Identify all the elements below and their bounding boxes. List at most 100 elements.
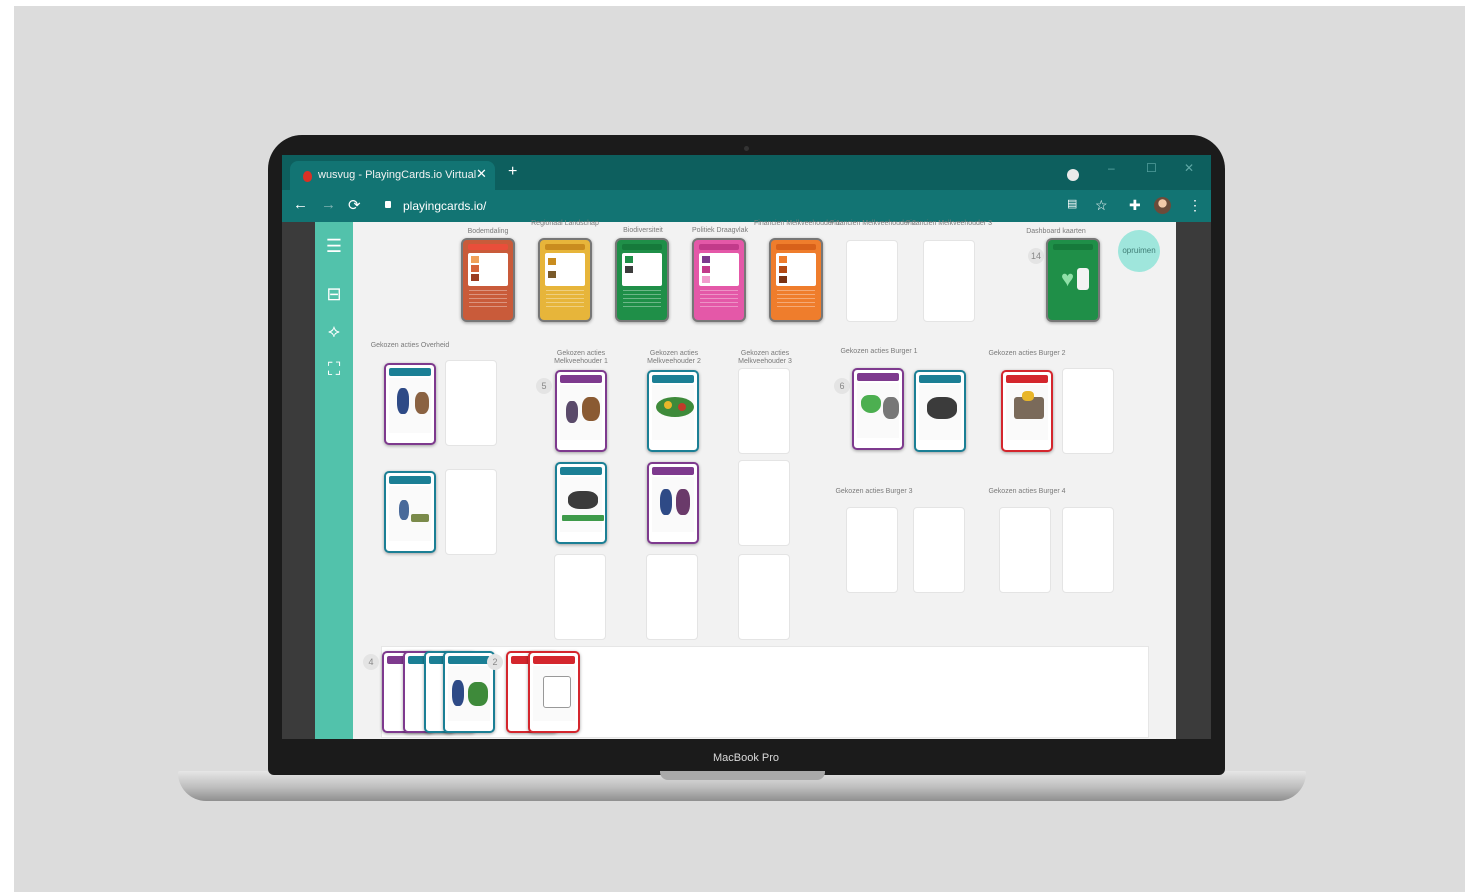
card-text bbox=[700, 290, 738, 310]
card-text bbox=[623, 290, 661, 310]
action-card-mvh1-2[interactable] bbox=[555, 462, 607, 544]
dashboard-deck[interactable]: ♥ bbox=[1046, 238, 1100, 322]
slot-burger2-2[interactable] bbox=[1062, 368, 1114, 454]
deck-politiek-draagvlak[interactable] bbox=[692, 238, 746, 322]
laptop-notch bbox=[660, 771, 825, 780]
deck-regionaal-landschap[interactable] bbox=[538, 238, 592, 322]
address-bar[interactable]: playingcards.io/ bbox=[403, 199, 486, 213]
card-header bbox=[448, 656, 490, 664]
screen: wusvug - PlayingCards.io Virtual ✕ + – ☐… bbox=[282, 155, 1211, 739]
dashboard-label: Dashboard kaarten bbox=[1026, 228, 1086, 235]
slot-overheid-2[interactable] bbox=[445, 469, 497, 555]
heart-icon: ♥ bbox=[1061, 266, 1075, 291]
card-header bbox=[389, 476, 431, 484]
label-burger1: Gekozen acties Burger 1 bbox=[840, 348, 918, 355]
favicon-icon bbox=[303, 171, 312, 182]
window-close-icon[interactable]: ✕ bbox=[1184, 161, 1194, 175]
card-header bbox=[389, 368, 431, 376]
deck-label-bodemdaling: Bodemdaling bbox=[467, 228, 509, 235]
label-overheid: Gekozen acties Overheid bbox=[370, 342, 450, 349]
opruimen-button[interactable]: opruimen bbox=[1118, 230, 1160, 272]
slot-burger3-2[interactable] bbox=[913, 507, 965, 593]
deck-biodiversiteit[interactable] bbox=[615, 238, 669, 322]
card-text bbox=[546, 290, 584, 310]
action-card-burger1-1[interactable] bbox=[852, 368, 904, 450]
card-panel bbox=[699, 253, 739, 286]
sidebar: ☰ ⊟ ⟡ ⛶ bbox=[315, 222, 353, 739]
card-illustration bbox=[919, 385, 961, 440]
menu-icon[interactable]: ☰ bbox=[323, 236, 345, 256]
slot-mvh3-1[interactable] bbox=[738, 368, 790, 454]
card-panel bbox=[545, 253, 585, 286]
card-panel bbox=[622, 253, 662, 286]
page-gutter-left bbox=[282, 222, 315, 739]
action-card-burger2-1[interactable] bbox=[1001, 370, 1053, 452]
action-card-burger1-2[interactable] bbox=[914, 370, 966, 452]
game-table: Bodemdaling Regionaal Landschap Biodiver… bbox=[353, 220, 1176, 739]
card-text bbox=[469, 290, 507, 310]
dashboard-count: 14 bbox=[1028, 248, 1044, 264]
forward-arrow-icon[interactable]: → bbox=[321, 196, 336, 213]
label-burger4: Gekozen acties Burger 4 bbox=[988, 488, 1066, 495]
hand-count-left: 4 bbox=[363, 654, 379, 670]
profile-dot-icon[interactable] bbox=[1067, 169, 1079, 181]
slot-mvh3-2[interactable] bbox=[738, 460, 790, 546]
card-header bbox=[560, 375, 602, 383]
more-menu-icon[interactable]: ⋮ bbox=[1188, 197, 1202, 214]
action-card-overheid-2[interactable] bbox=[384, 471, 436, 553]
maximize-icon[interactable]: ☐ bbox=[1146, 161, 1157, 175]
hand-card-6[interactable] bbox=[528, 651, 580, 733]
card-text bbox=[777, 290, 815, 310]
card-header bbox=[560, 467, 602, 475]
card-header bbox=[652, 467, 694, 475]
share-icon[interactable]: ⟡ bbox=[323, 321, 345, 341]
card-header bbox=[699, 244, 739, 250]
browser-tab[interactable]: wusvug - PlayingCards.io Virtual ✕ bbox=[290, 161, 495, 190]
deck-bodemdaling[interactable] bbox=[461, 238, 515, 322]
card-illustration bbox=[448, 666, 490, 721]
minimize-icon[interactable]: – bbox=[1108, 161, 1115, 175]
deck-financien-mvh1[interactable] bbox=[769, 238, 823, 322]
deck-label-politiek-draagvlak: Politiek Draagvlak bbox=[691, 227, 749, 234]
bookmark-star-icon[interactable]: ☆ bbox=[1095, 197, 1108, 214]
card-header bbox=[652, 375, 694, 383]
slot-mvh1-3[interactable] bbox=[554, 554, 606, 640]
reload-icon[interactable]: ⟳ bbox=[348, 196, 361, 214]
slot-burger4-1[interactable] bbox=[999, 507, 1051, 593]
card-illustration bbox=[389, 378, 431, 433]
card-illustration bbox=[857, 383, 899, 438]
card-header bbox=[857, 373, 899, 381]
slot-burger4-2[interactable] bbox=[1062, 507, 1114, 593]
tab-close-icon[interactable]: ✕ bbox=[476, 166, 487, 182]
fullscreen-icon[interactable]: ⛶ bbox=[323, 359, 345, 379]
card-header bbox=[1006, 375, 1048, 383]
slot-burger3-1[interactable] bbox=[846, 507, 898, 593]
card-illustration bbox=[389, 486, 431, 541]
camera bbox=[744, 146, 749, 151]
card-illustration bbox=[560, 477, 604, 532]
new-tab-button[interactable]: + bbox=[508, 163, 517, 181]
action-card-mvh2-1[interactable] bbox=[647, 370, 699, 452]
slot-mvh3-3[interactable] bbox=[738, 554, 790, 640]
card-panel bbox=[468, 253, 508, 286]
card-header bbox=[622, 244, 662, 250]
translate-icon[interactable]: ▤ bbox=[1067, 197, 1077, 210]
toolbox-icon[interactable]: ⊟ bbox=[323, 284, 345, 304]
extensions-icon[interactable]: ✚ bbox=[1129, 197, 1141, 214]
deck-financien-mvh2-empty[interactable] bbox=[846, 240, 898, 322]
back-arrow-icon[interactable]: ← bbox=[293, 196, 308, 213]
profile-avatar[interactable] bbox=[1154, 197, 1171, 214]
deck-financien-mvh3-empty[interactable] bbox=[923, 240, 975, 322]
action-card-mvh1-1[interactable] bbox=[555, 370, 607, 452]
slot-overheid-1[interactable] bbox=[445, 360, 497, 446]
card-header bbox=[1053, 244, 1093, 250]
label-mvh2: Gekozen acties Melkveehouder 2 bbox=[647, 350, 701, 365]
slot-mvh2-3[interactable] bbox=[646, 554, 698, 640]
action-card-mvh2-2[interactable] bbox=[647, 462, 699, 544]
label-mvh3: Gekozen acties Melkveehouder 3 bbox=[738, 350, 792, 365]
card-header bbox=[468, 244, 508, 250]
lock-icon bbox=[385, 201, 391, 208]
deck-label-regionaal-landschap: Regionaal Landschap bbox=[531, 220, 599, 227]
card-illustration bbox=[652, 385, 694, 440]
action-card-overheid-1[interactable] bbox=[384, 363, 436, 445]
